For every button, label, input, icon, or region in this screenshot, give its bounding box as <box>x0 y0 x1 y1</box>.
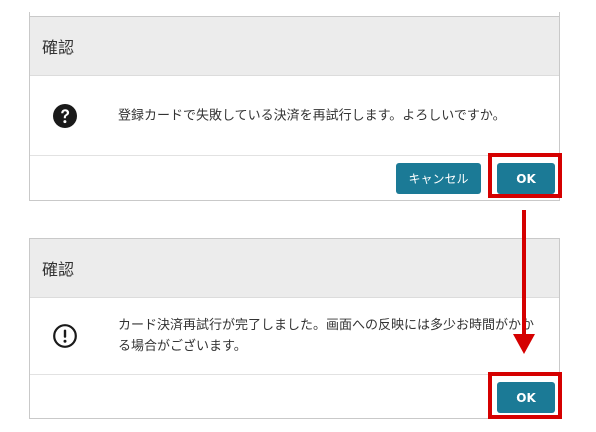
dialog-footer: キャンセル OK <box>30 156 559 200</box>
exclamation-circle-icon <box>52 323 78 349</box>
dialog-body: 登録カードで失敗している決済を再試行します。よろしいですか。 <box>30 76 559 156</box>
dialog-header: 確認 <box>30 239 559 298</box>
question-circle-icon <box>52 103 78 129</box>
dialog-footer: OK <box>30 375 559 418</box>
cancel-button[interactable]: キャンセル <box>396 163 481 194</box>
dialog-title: 確認 <box>42 38 75 57</box>
ok-button[interactable]: OK <box>497 382 555 413</box>
dialog-body: カード決済再試行が完了しました。画面への反映には多少お時間がかかる場合がございま… <box>30 298 559 375</box>
ok-button[interactable]: OK <box>497 163 555 194</box>
dialog-message: 登録カードで失敗している決済を再試行します。よろしいですか。 <box>118 108 506 123</box>
complete-dialog: 確認 カード決済再試行が完了しました。画面への反映には多少お時間がかかる場合がご… <box>29 238 560 419</box>
dialog-message: カード決済再試行が完了しました。画面への反映には多少お時間がかかる場合がございま… <box>118 318 535 354</box>
arrow-head-icon <box>513 334 535 354</box>
dialog-header: 確認 <box>30 17 559 76</box>
confirm-dialog: 確認 登録カードで失敗している決済を再試行します。よろしいですか。 キャンセル … <box>29 16 560 201</box>
dialog-title: 確認 <box>42 260 75 279</box>
arrow-down-icon <box>522 210 526 336</box>
